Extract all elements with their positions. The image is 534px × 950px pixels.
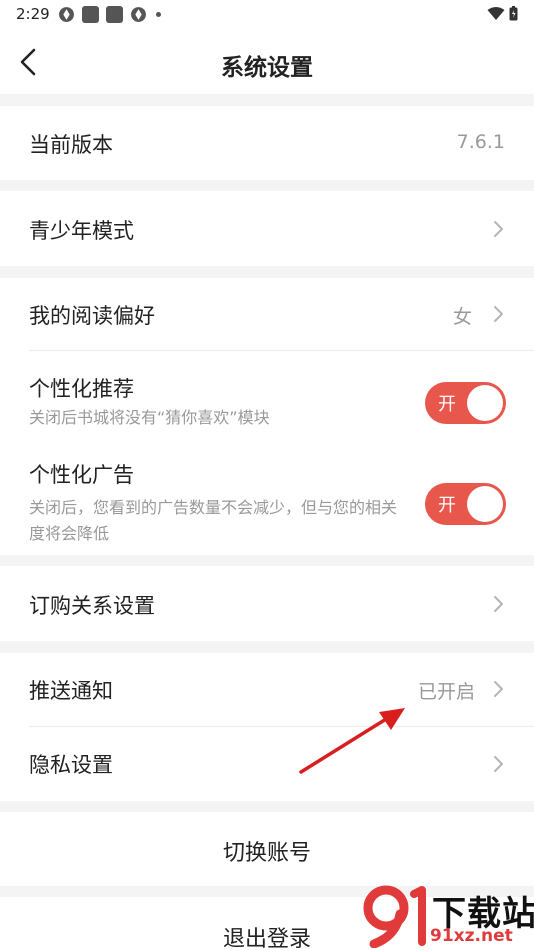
switch-account-button[interactable]: 切换账号 [0, 835, 534, 867]
push-label: 推送通知 [29, 679, 113, 703]
personal-rec-label: 个性化推荐 [29, 377, 134, 401]
push-row[interactable]: 推送通知 已开启 [0, 653, 534, 726]
chevron-right-icon [494, 306, 503, 322]
notification-card: 推送通知 已开启 隐私设置 [0, 653, 534, 801]
reading-pref-row[interactable]: 我的阅读偏好 女 [0, 278, 534, 350]
privacy-label: 隐私设置 [29, 753, 113, 777]
version-label: 当前版本 [29, 133, 113, 157]
page-title: 系统设置 [221, 55, 313, 81]
toggle-on-label: 开 [438, 394, 456, 415]
reading-pref-label: 我的阅读偏好 [29, 304, 155, 328]
header: 系统设置 [0, 30, 534, 94]
app-notification-icon [82, 6, 99, 23]
notification-icons [58, 6, 161, 23]
more-notifications-icon [156, 12, 161, 17]
subscription-row[interactable]: 订购关系设置 [0, 566, 534, 641]
wifi-icon [487, 6, 505, 20]
app-notification-icon [106, 6, 123, 23]
push-value: 已开启 [417, 681, 475, 703]
personal-ads-row: 个性化广告 关闭后，您看到的广告数量不会减少，但与您的相关度将会降低 开 [0, 437, 534, 555]
battery-icon [509, 6, 518, 21]
toggle-knob [467, 385, 503, 421]
annotation-arrow-icon [299, 708, 405, 774]
chevron-right-icon [494, 596, 503, 612]
system-icons [487, 6, 518, 21]
app-notification-icon [59, 7, 74, 22]
watermark: 下载站 91xz.net [360, 882, 534, 950]
status-time: 2:29 [16, 5, 50, 23]
chevron-right-icon [494, 681, 503, 697]
version-value: 7.6.1 [456, 131, 505, 153]
toggle-knob [467, 486, 503, 522]
status-bar: 2:29 [0, 0, 534, 30]
personal-rec-row: 个性化推荐 关闭后书城将没有“猜你喜欢”模块 开 [0, 351, 534, 437]
watermark-domain: 91xz.net [430, 926, 513, 946]
preference-card: 我的阅读偏好 女 个性化推荐 关闭后书城将没有“猜你喜欢”模块 开 个性化广告 … [0, 278, 534, 555]
watermark-logo-icon [363, 885, 426, 948]
personal-ads-toggle[interactable]: 开 [425, 483, 506, 525]
youth-mode-label: 青少年模式 [29, 219, 134, 243]
chevron-right-icon [494, 756, 503, 772]
personal-rec-toggle[interactable]: 开 [425, 382, 506, 424]
reading-pref-value: 女 [452, 306, 472, 328]
toggle-on-label: 开 [438, 495, 456, 516]
personal-ads-label: 个性化广告 [29, 463, 134, 487]
chevron-right-icon [494, 221, 503, 237]
app-notification-icon [131, 7, 146, 22]
switch-account-row[interactable]: 切换账号 [0, 812, 534, 886]
personal-ads-desc: 关闭后，您看到的广告数量不会减少，但与您的相关度将会降低 [29, 498, 398, 543]
personal-rec-desc: 关闭后书城将没有“猜你喜欢”模块 [29, 408, 270, 427]
privacy-row[interactable]: 隐私设置 [0, 727, 534, 801]
version-row: 当前版本 7.6.1 [0, 106, 534, 180]
youth-mode-row[interactable]: 青少年模式 [0, 191, 534, 266]
subscription-label: 订购关系设置 [29, 594, 155, 618]
